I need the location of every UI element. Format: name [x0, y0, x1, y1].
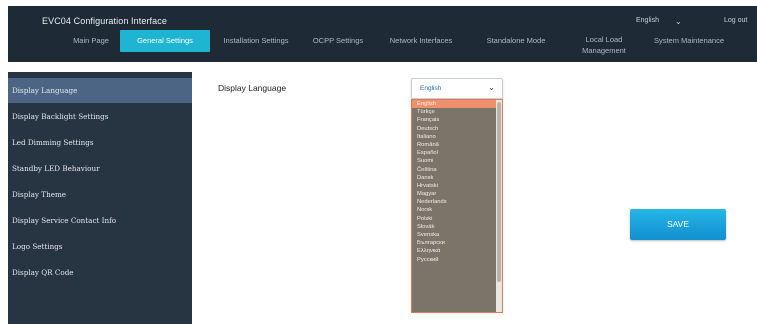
sidebar-item-logo-settings[interactable]: Logo Settings — [8, 234, 192, 259]
save-button[interactable]: SAVE — [630, 209, 726, 240]
main-nav: Main Page General Settings Installation … — [8, 24, 757, 62]
tab-general-settings[interactable]: General Settings — [120, 30, 210, 52]
logout-link[interactable]: Log out — [724, 17, 747, 24]
language-options-list[interactable]: English Türkçe Français Deutsch Italiano… — [411, 99, 503, 313]
language-option[interactable]: Français — [412, 116, 502, 124]
language-option[interactable]: Ελληνικά — [412, 247, 502, 255]
language-option[interactable]: Suomi — [412, 157, 502, 165]
language-option[interactable]: Slovák — [412, 223, 502, 231]
options-scrollbar[interactable] — [496, 100, 502, 312]
language-option[interactable]: Italiano — [412, 133, 502, 141]
language-option[interactable]: Türkçe — [412, 108, 502, 116]
language-select[interactable]: English ⌄ — [411, 78, 503, 99]
language-option[interactable]: Русский — [412, 256, 502, 264]
tab-local-load-line1: Local Load — [585, 35, 623, 44]
sidebar-item-led-dimming[interactable]: Led Dimming Settings — [8, 130, 192, 155]
sidebar-item-display-language[interactable]: Display Language — [8, 78, 192, 103]
language-option[interactable]: Hrvatski — [412, 182, 502, 190]
language-option[interactable]: Norsk — [412, 206, 502, 214]
tab-installation-settings[interactable]: Installation Settings — [210, 30, 302, 52]
tab-standalone-mode[interactable]: Standalone Mode — [474, 30, 558, 52]
language-option[interactable]: Deutsch — [412, 125, 502, 133]
language-option[interactable]: Nederlands — [412, 198, 502, 206]
tab-local-load-management[interactable]: Local Load Management — [574, 30, 634, 55]
language-option[interactable]: English — [412, 100, 502, 109]
tab-network-interfaces[interactable]: Network Interfaces — [378, 30, 464, 52]
sidebar-item-display-theme[interactable]: Display Theme — [8, 182, 192, 207]
language-option[interactable]: Polski — [412, 215, 502, 223]
language-option[interactable]: Español — [412, 149, 502, 157]
language-select-value: English — [420, 85, 442, 92]
language-option[interactable]: Dansk — [412, 174, 502, 182]
tab-system-maintenance[interactable]: System Maintenance — [646, 30, 732, 52]
sidebar-item-service-contact[interactable]: Display Service Contact Info — [8, 208, 192, 233]
language-option[interactable]: Български — [412, 239, 502, 247]
language-option[interactable]: Română — [412, 141, 502, 149]
chevron-down-icon: ⌄ — [488, 83, 495, 92]
language-option[interactable]: Magyar — [412, 190, 502, 198]
options-scrollbar-thumb[interactable] — [497, 102, 501, 282]
tab-local-load-line2: Management — [582, 46, 626, 55]
sidebar-item-display-qr-code[interactable]: Display QR Code — [8, 260, 192, 285]
display-language-label: Display Language — [218, 83, 287, 93]
sidebar-item-display-backlight[interactable]: Display Backlight Settings — [8, 104, 192, 129]
language-option[interactable]: Čeština — [412, 166, 502, 174]
language-option[interactable]: Svenska — [412, 231, 502, 239]
sidebar-item-standby-led[interactable]: Standby LED Behaviour — [8, 156, 192, 181]
sidebar: Display Language Display Backlight Setti… — [8, 72, 192, 324]
tab-ocpp-settings[interactable]: OCPP Settings — [308, 30, 368, 52]
